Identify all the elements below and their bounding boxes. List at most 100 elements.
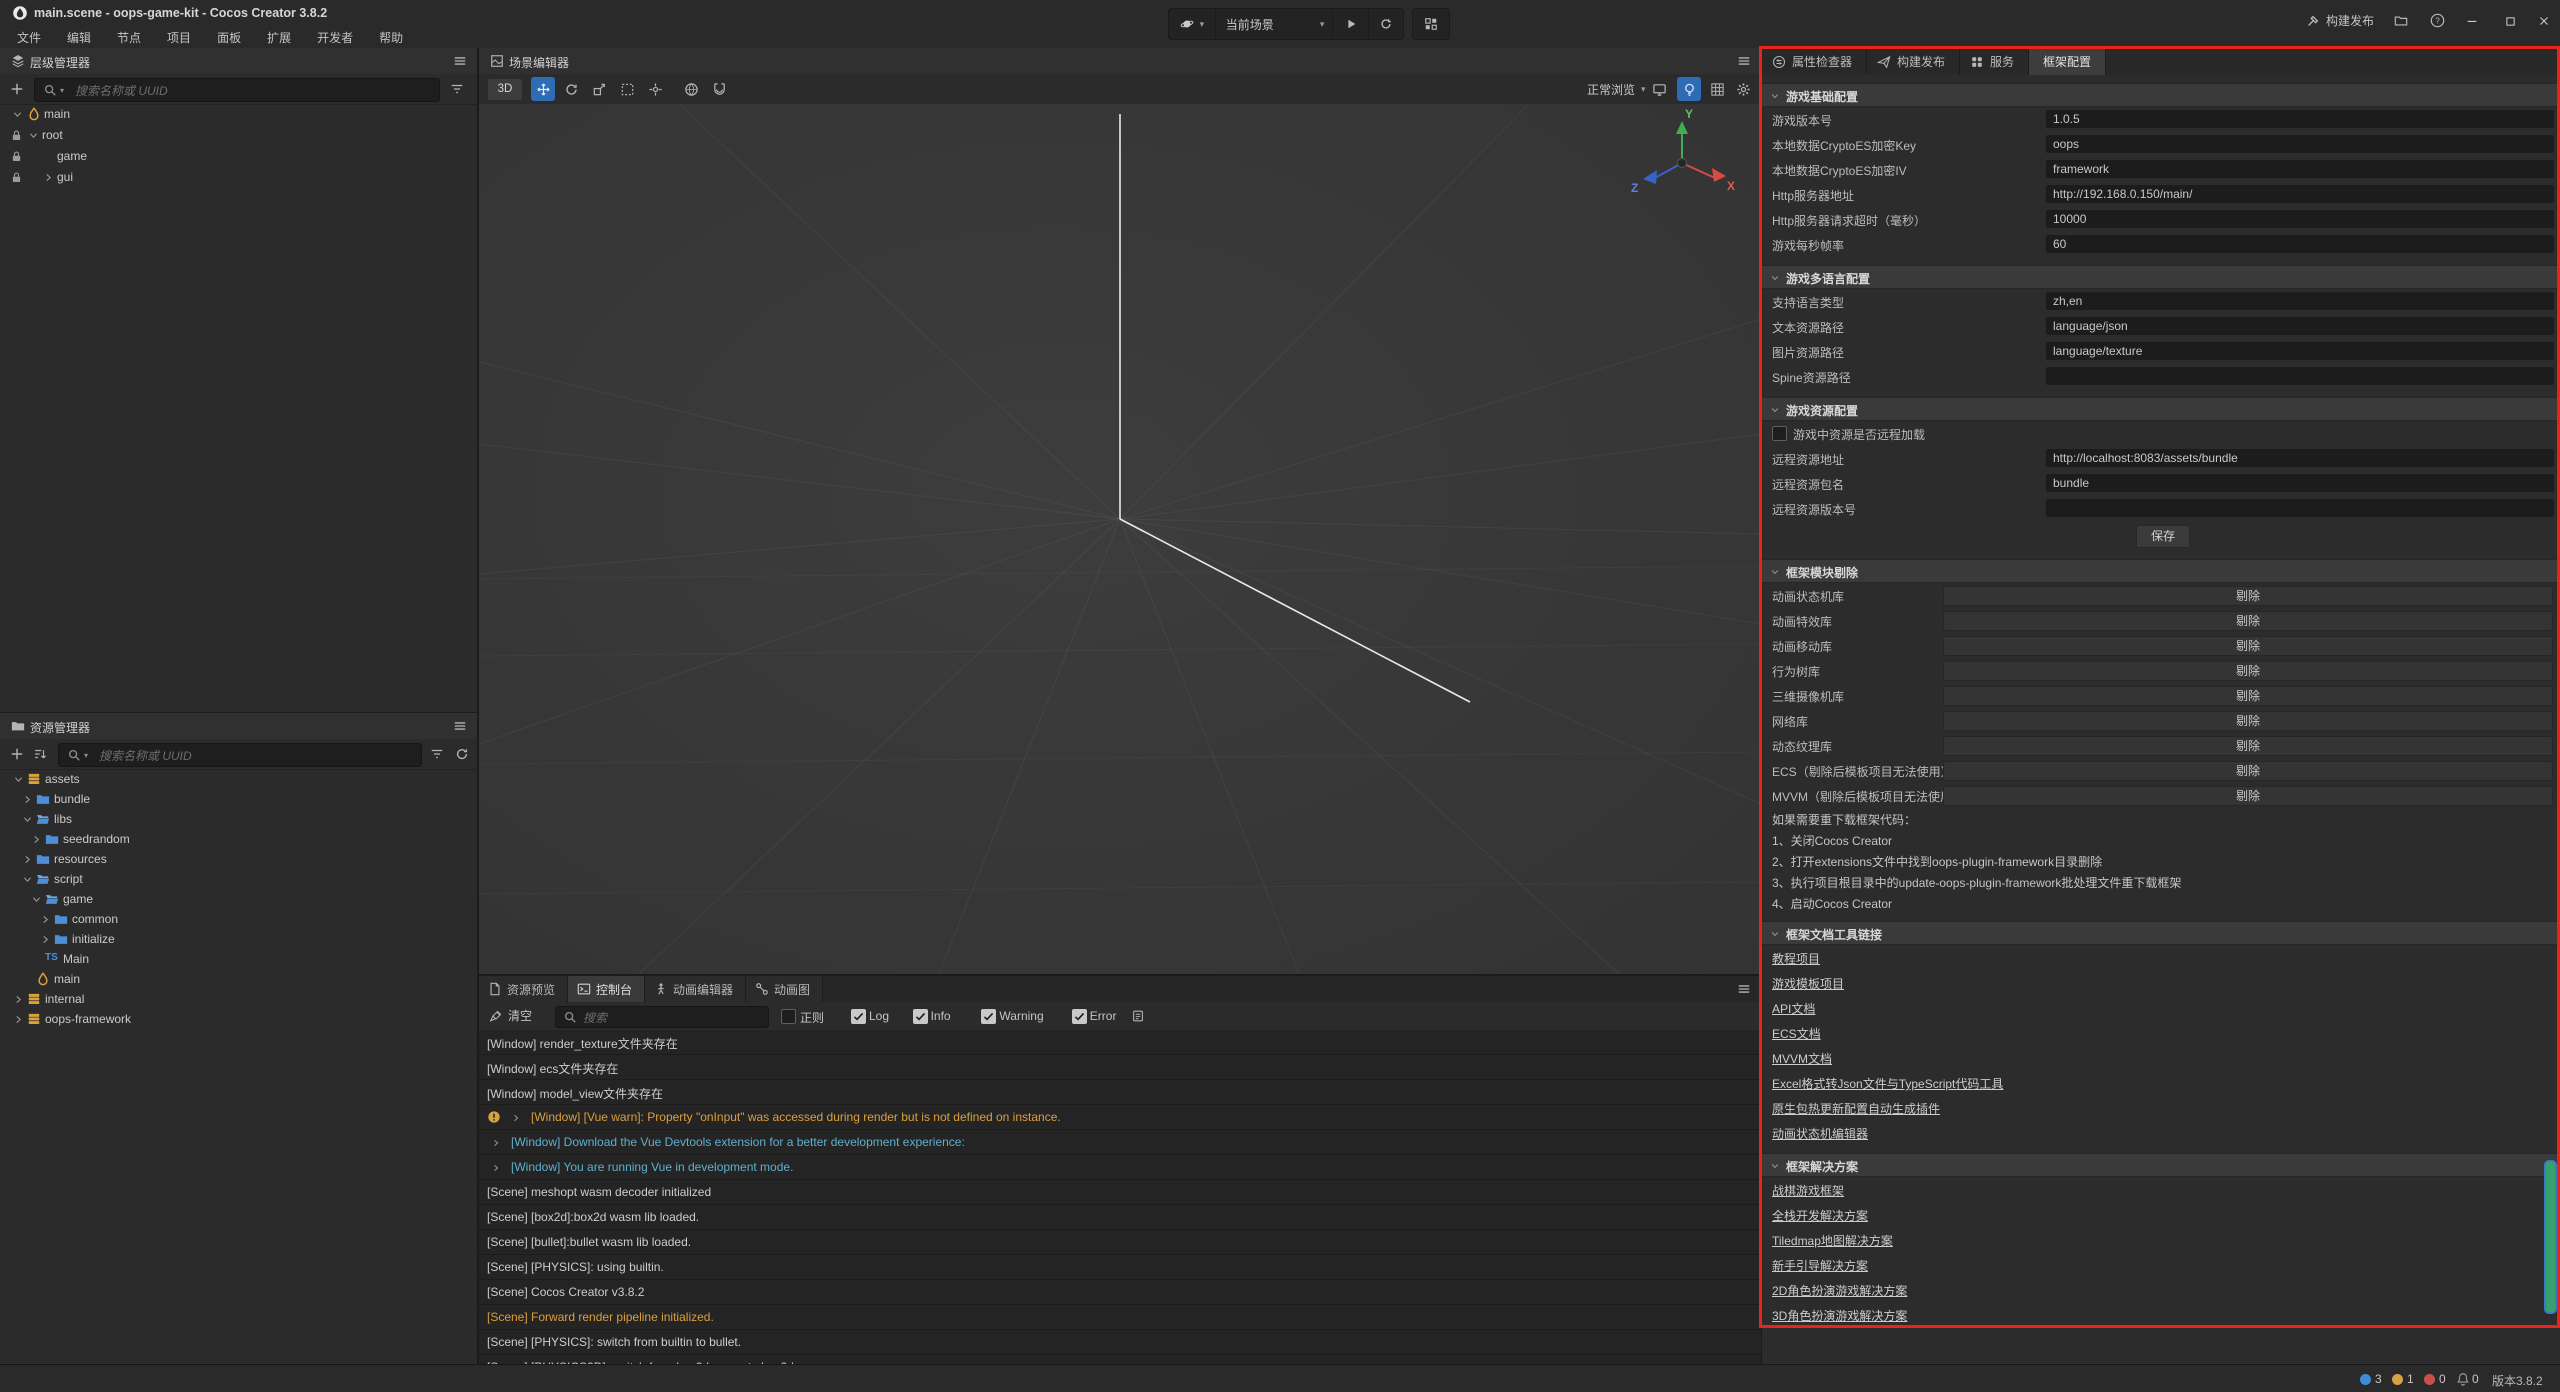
log-row[interactable]: [Scene] Forward render pipeline initiali… xyxy=(479,1305,1761,1330)
asset-filter-icon[interactable] xyxy=(430,747,444,761)
remove-module-button[interactable]: 剔除 xyxy=(1943,786,2553,806)
field-input[interactable]: 1.0.5 xyxy=(2046,110,2554,128)
asset-node[interactable]: main xyxy=(0,969,477,989)
field-input[interactable]: 10000 xyxy=(2046,210,2554,228)
filter-checkbox[interactable] xyxy=(1072,1009,1087,1024)
field-input[interactable]: http://192.168.0.150/main/ xyxy=(2046,185,2554,203)
section-header[interactable]: 游戏基础配置 xyxy=(1762,83,2560,107)
hierarchy-search-input[interactable]: ▾ 搜索名称或 UUID xyxy=(34,78,440,102)
add-node-icon[interactable] xyxy=(10,82,24,96)
rect-tool-button[interactable] xyxy=(615,77,639,101)
asset-node[interactable]: libs xyxy=(0,809,477,829)
regex-checkbox[interactable] xyxy=(781,1009,796,1024)
doc-link[interactable]: 战棋游戏框架 xyxy=(1772,1182,1844,1199)
inspector-tab[interactable]: 框架配置 xyxy=(2029,48,2106,75)
warning-count-icon[interactable] xyxy=(2392,1374,2403,1385)
field-input[interactable]: zh,en xyxy=(2046,292,2554,310)
panel-menu-icon[interactable] xyxy=(453,719,467,733)
menu-item[interactable]: 面板 xyxy=(204,26,254,48)
preview-platform-button[interactable]: ▾ xyxy=(1169,10,1216,38)
grid-toggle[interactable] xyxy=(1705,77,1729,101)
section-header[interactable]: 框架模块剔除 xyxy=(1762,559,2560,583)
menu-item[interactable]: 开发者 xyxy=(304,26,366,48)
doc-link[interactable]: API文档 xyxy=(1772,1000,1815,1017)
layout-button[interactable] xyxy=(1412,8,1450,40)
scene-select[interactable]: 当前场景 ▾ xyxy=(1216,10,1334,38)
console-tab[interactable]: 动画图 xyxy=(746,976,823,1002)
asset-node[interactable]: initialize xyxy=(0,929,477,949)
console-tab[interactable]: 动画编辑器 xyxy=(645,976,746,1002)
inspector-tab[interactable]: 服务 xyxy=(1960,48,2029,75)
filter-checkbox[interactable] xyxy=(851,1009,866,1024)
scene-settings-button[interactable] xyxy=(1731,77,1755,101)
log-row[interactable]: [Scene] [PHYSICS]: using builtin. xyxy=(479,1255,1761,1280)
bell-icon[interactable] xyxy=(2456,1372,2470,1386)
assets-search-input[interactable]: ▾ 搜索名称或 UUID xyxy=(58,743,422,767)
doc-link[interactable]: 动画状态机编辑器 xyxy=(1772,1125,1868,1142)
remote-load-checkbox[interactable] xyxy=(1772,426,1787,441)
doc-link[interactable]: Excel格式转Json文件与TypeScript代码工具 xyxy=(1772,1075,2003,1092)
titlebar-build-button[interactable]: 构建发布 xyxy=(2306,12,2374,29)
maximize-button[interactable] xyxy=(2496,10,2524,32)
camera-view-button[interactable] xyxy=(1647,77,1671,101)
error-count-icon[interactable] xyxy=(2424,1374,2435,1385)
log-count-icon[interactable] xyxy=(2360,1374,2371,1385)
console-tab[interactable]: 控制台 xyxy=(568,976,645,1002)
save-button[interactable]: 保存 xyxy=(2136,525,2190,548)
doc-link[interactable]: 2D角色扮演游戏解决方案 xyxy=(1772,1282,1907,1299)
doc-link[interactable]: 新手引导解决方案 xyxy=(1772,1257,1868,1274)
scale-tool-button[interactable] xyxy=(587,77,611,101)
add-asset-icon[interactable] xyxy=(10,747,24,761)
log-row[interactable]: [Window] ecs文件夹存在 xyxy=(479,1055,1761,1080)
log-row[interactable]: [Window] Download the Vue Devtools exten… xyxy=(479,1130,1761,1155)
remove-module-button[interactable]: 剔除 xyxy=(1943,661,2553,681)
doc-link[interactable]: 教程项目 xyxy=(1772,950,1820,967)
pivot-tool-button[interactable] xyxy=(643,77,667,101)
menu-item[interactable]: 文件 xyxy=(4,26,54,48)
collapse-logs-icon[interactable] xyxy=(1131,1009,1145,1023)
sort-icon[interactable] xyxy=(33,747,47,761)
rotate-tool-button[interactable] xyxy=(559,77,583,101)
remove-module-button[interactable]: 剔除 xyxy=(1943,686,2553,706)
doc-link[interactable]: MVVM文档 xyxy=(1772,1050,1832,1067)
field-input[interactable]: language/json xyxy=(2046,317,2554,335)
asset-node[interactable]: bundle xyxy=(0,789,477,809)
minimize-button[interactable] xyxy=(2458,10,2486,32)
log-row[interactable]: [Window] You are running Vue in developm… xyxy=(479,1155,1761,1180)
field-input[interactable]: 60 xyxy=(2046,235,2554,253)
log-row[interactable]: [Scene] meshopt wasm decoder initialized xyxy=(479,1180,1761,1205)
hierarchy-node[interactable]: gui xyxy=(0,167,477,188)
field-input[interactable]: oops xyxy=(2046,135,2554,153)
hierarchy-node[interactable]: root xyxy=(0,125,477,146)
project-folder-icon[interactable] xyxy=(2394,14,2408,28)
asset-node[interactable]: common xyxy=(0,909,477,929)
section-header[interactable]: 游戏多语言配置 xyxy=(1762,265,2560,289)
hierarchy-node[interactable]: game xyxy=(0,146,477,167)
clear-console-button[interactable]: 清空 xyxy=(489,1007,532,1024)
field-input[interactable]: http://localhost:8083/assets/bundle xyxy=(2046,449,2554,467)
log-row[interactable]: [Scene] [bullet]:bullet wasm lib loaded. xyxy=(479,1230,1761,1255)
panel-menu-icon[interactable] xyxy=(1737,54,1751,68)
field-input[interactable]: framework xyxy=(2046,160,2554,178)
inspector-tab[interactable]: 构建发布 xyxy=(1867,48,1960,75)
remove-module-button[interactable]: 剔除 xyxy=(1943,611,2553,631)
console-tab[interactable]: 资源预览 xyxy=(479,976,568,1002)
section-header[interactable]: 游戏资源配置 xyxy=(1762,397,2560,421)
doc-link[interactable]: ECS文档 xyxy=(1772,1025,1821,1042)
menu-item[interactable]: 编辑 xyxy=(54,26,104,48)
remove-module-button[interactable]: 剔除 xyxy=(1943,711,2553,731)
asset-node[interactable]: seedrandom xyxy=(0,829,477,849)
asset-node[interactable]: TSMain xyxy=(0,949,477,969)
reload-button[interactable] xyxy=(1369,10,1403,38)
log-row[interactable]: [Scene] [PHYSICS]: switch from builtin t… xyxy=(479,1330,1761,1355)
log-row[interactable]: [Window] model_view文件夹存在 xyxy=(479,1080,1761,1105)
asset-node[interactable]: assets xyxy=(0,769,477,789)
log-row[interactable]: [Scene] [box2d]:box2d wasm lib loaded. xyxy=(479,1205,1761,1230)
doc-link[interactable]: 全栈开发解决方案 xyxy=(1772,1207,1868,1224)
log-row[interactable]: [Scene] Cocos Creator v3.8.2 xyxy=(479,1280,1761,1305)
remove-module-button[interactable]: 剔除 xyxy=(1943,636,2553,656)
refresh-icon[interactable] xyxy=(455,747,469,761)
doc-link[interactable]: 3D角色扮演游戏解决方案 xyxy=(1772,1307,1907,1324)
asset-node[interactable]: game xyxy=(0,889,477,909)
menu-item[interactable]: 节点 xyxy=(104,26,154,48)
